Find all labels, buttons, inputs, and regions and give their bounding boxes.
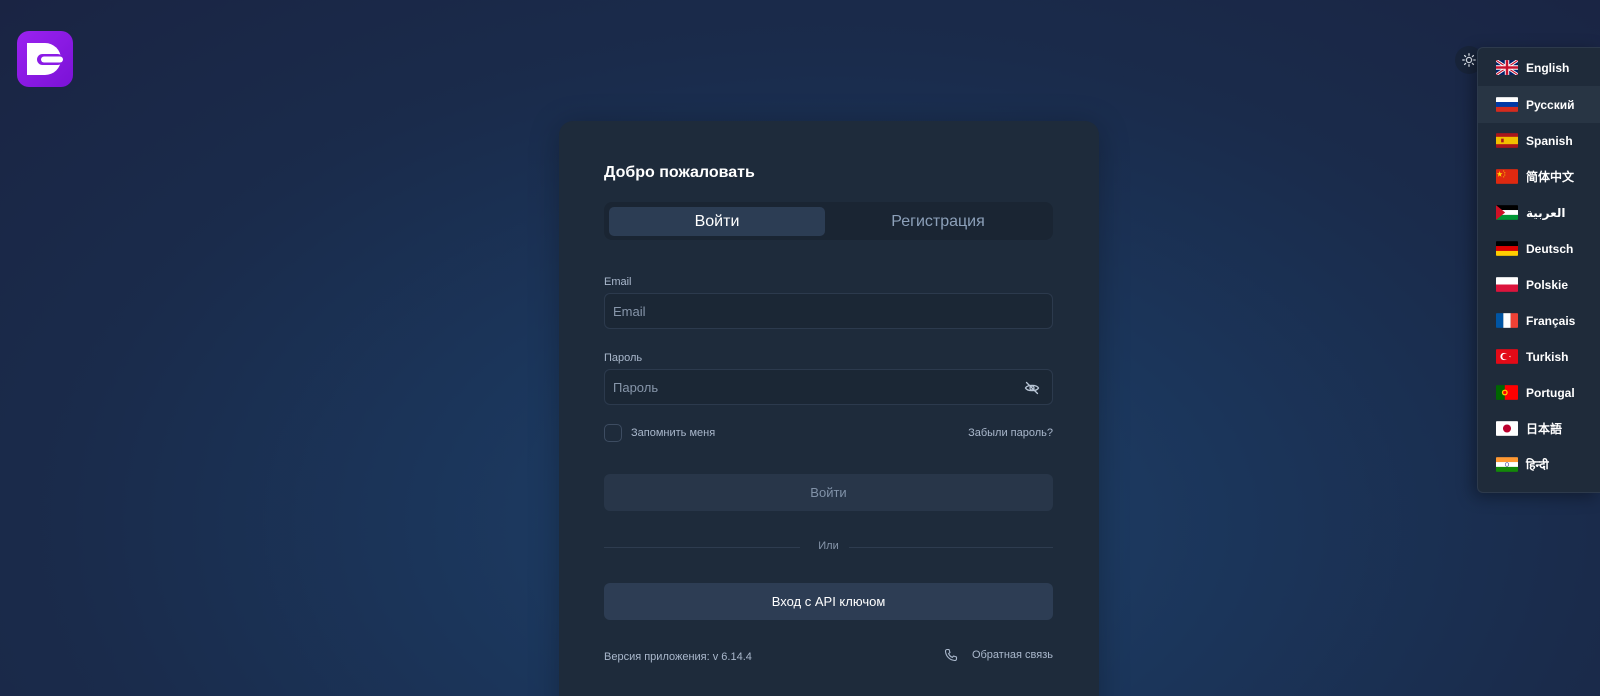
auth-card: Добро пожаловать Войти Регистрация Email… <box>559 121 1099 696</box>
welcome-title: Добро пожаловать <box>604 164 755 181</box>
uk-flag-icon <box>1496 60 1518 75</box>
germany-flag-icon <box>1496 241 1518 256</box>
login-button[interactable]: Войти <box>604 474 1053 511</box>
email-field[interactable] <box>605 294 1052 328</box>
language-menu: English Русский Spanish 简体中文 العربية Deu… <box>1477 47 1600 493</box>
language-label: Polskie <box>1526 277 1569 292</box>
language-option-english[interactable]: English <box>1478 49 1600 86</box>
password-label: Пароль <box>604 352 643 364</box>
language-option-russian[interactable]: Русский <box>1478 86 1600 123</box>
language-option-spanish[interactable]: Spanish <box>1478 122 1600 159</box>
china-flag-icon <box>1496 169 1518 184</box>
sun-icon <box>1462 53 1476 67</box>
remember-me-checkbox[interactable] <box>604 424 622 442</box>
eye-off-icon[interactable] <box>1024 380 1040 396</box>
tab-register[interactable]: Регистрация <box>830 207 1046 236</box>
portugal-flag-icon <box>1496 385 1518 400</box>
language-label: العربية <box>1526 205 1566 220</box>
language-option-polish[interactable]: Polskie <box>1478 266 1600 303</box>
remember-me-label: Запомнить меня <box>631 427 716 439</box>
feedback-link[interactable]: Обратная связь <box>944 648 1053 662</box>
password-field-wrapper <box>604 369 1053 405</box>
brand-logo-icon[interactable] <box>17 31 73 87</box>
email-field-wrapper <box>604 293 1053 329</box>
language-option-german[interactable]: Deutsch <box>1478 230 1600 267</box>
password-field[interactable] <box>605 370 1052 404</box>
language-option-french[interactable]: Français <box>1478 302 1600 339</box>
spain-flag-icon <box>1496 133 1518 148</box>
language-option-arabic[interactable]: العربية <box>1478 194 1600 231</box>
language-option-chinese[interactable]: 简体中文 <box>1478 158 1600 195</box>
or-text: Или <box>818 540 839 552</box>
api-key-login-button[interactable]: Вход с API ключом <box>604 583 1053 620</box>
france-flag-icon <box>1496 313 1518 328</box>
auth-tabs: Войти Регистрация <box>604 202 1053 240</box>
language-option-portuguese[interactable]: Portugal <box>1478 374 1600 411</box>
language-option-hindi[interactable]: हिन्दी <box>1478 446 1600 483</box>
language-option-japanese[interactable]: 日本語 <box>1478 410 1600 447</box>
or-divider: Или <box>604 539 1053 555</box>
japan-flag-icon <box>1496 421 1518 436</box>
email-label: Email <box>604 276 632 288</box>
language-label: Turkish <box>1526 349 1569 364</box>
language-label: English <box>1526 60 1570 75</box>
language-label: Français <box>1526 313 1576 328</box>
language-label: Portugal <box>1526 385 1575 400</box>
russia-flag-icon <box>1496 97 1518 112</box>
poland-flag-icon <box>1496 277 1518 292</box>
language-label: 日本語 <box>1526 422 1563 436</box>
language-option-turkish[interactable]: Turkish <box>1478 338 1600 375</box>
forgot-password-link[interactable]: Забыли пароль? <box>968 427 1053 439</box>
language-label: Русский <box>1526 97 1575 112</box>
turkey-flag-icon <box>1496 349 1518 364</box>
phone-icon <box>944 648 958 662</box>
india-flag-icon <box>1496 457 1518 472</box>
language-label: Spanish <box>1526 133 1573 148</box>
tab-login[interactable]: Войти <box>609 207 825 236</box>
remember-me[interactable]: Запомнить меня <box>604 424 715 442</box>
palestine-flag-icon <box>1496 205 1518 220</box>
language-label: हिन्दी <box>1526 458 1549 472</box>
feedback-label: Обратная связь <box>971 649 1053 661</box>
app-version: Версия приложения: v 6.14.4 <box>604 651 752 663</box>
language-label: 简体中文 <box>1526 170 1575 184</box>
language-label: Deutsch <box>1526 241 1574 256</box>
